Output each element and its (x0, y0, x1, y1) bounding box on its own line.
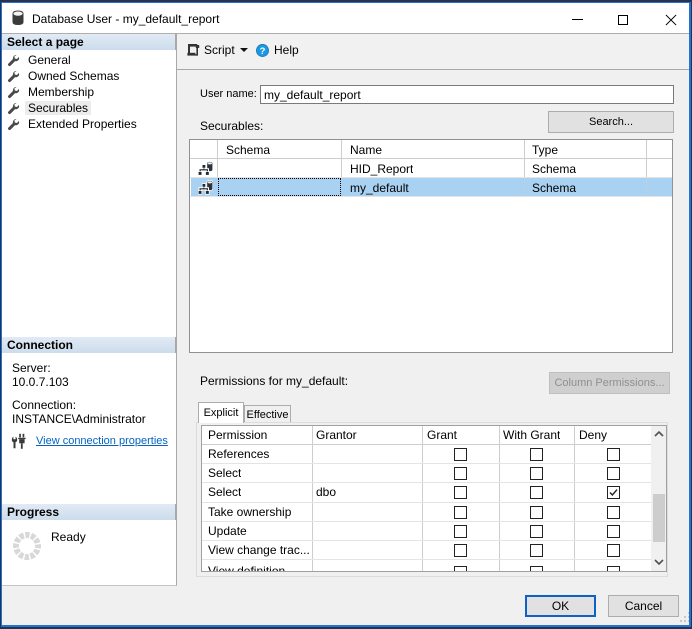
svg-text:?: ? (260, 46, 266, 57)
